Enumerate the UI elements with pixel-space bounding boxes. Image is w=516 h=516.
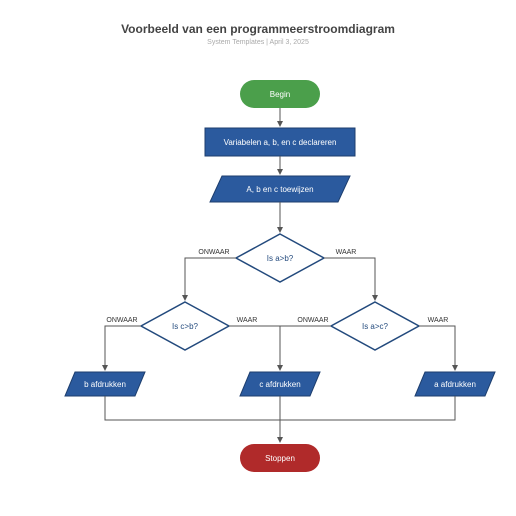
- node-decision-2-label: Is c>b?: [172, 322, 199, 331]
- node-decision-3-label: Is a>c?: [362, 322, 389, 331]
- edge: [105, 396, 280, 420]
- node-stop-label: Stoppen: [265, 454, 295, 463]
- node-declare-label: Variabelen a, b, en c declareren: [224, 138, 337, 147]
- node-begin-label: Begin: [270, 90, 290, 99]
- node-output-a-label: a afdrukken: [434, 380, 476, 389]
- edge-label-true: WAAR: [336, 249, 357, 256]
- node-output-b-label: b afdrukken: [84, 380, 126, 389]
- node-decision-1-label: Is a>b?: [267, 254, 294, 263]
- edge-label-true: WAAR: [428, 317, 449, 324]
- edge-label-false: ONWAAR: [198, 249, 229, 256]
- node-output-c-label: c afdrukken: [259, 380, 300, 389]
- edge: [280, 326, 331, 370]
- edge-label-true: WAAR: [237, 317, 258, 324]
- edge: [105, 326, 141, 370]
- node-assign-label: A, b en c toewijzen: [246, 185, 313, 194]
- edge: [324, 258, 375, 300]
- edge: [185, 258, 236, 300]
- edge: [229, 326, 280, 370]
- edge-label-false: ONWAAR: [297, 317, 328, 324]
- flowchart-canvas: Begin Variabelen a, b, en c declareren A…: [0, 0, 516, 516]
- edge: [419, 326, 455, 370]
- edge: [280, 396, 455, 420]
- edge-label-false: ONWAAR: [106, 317, 137, 324]
